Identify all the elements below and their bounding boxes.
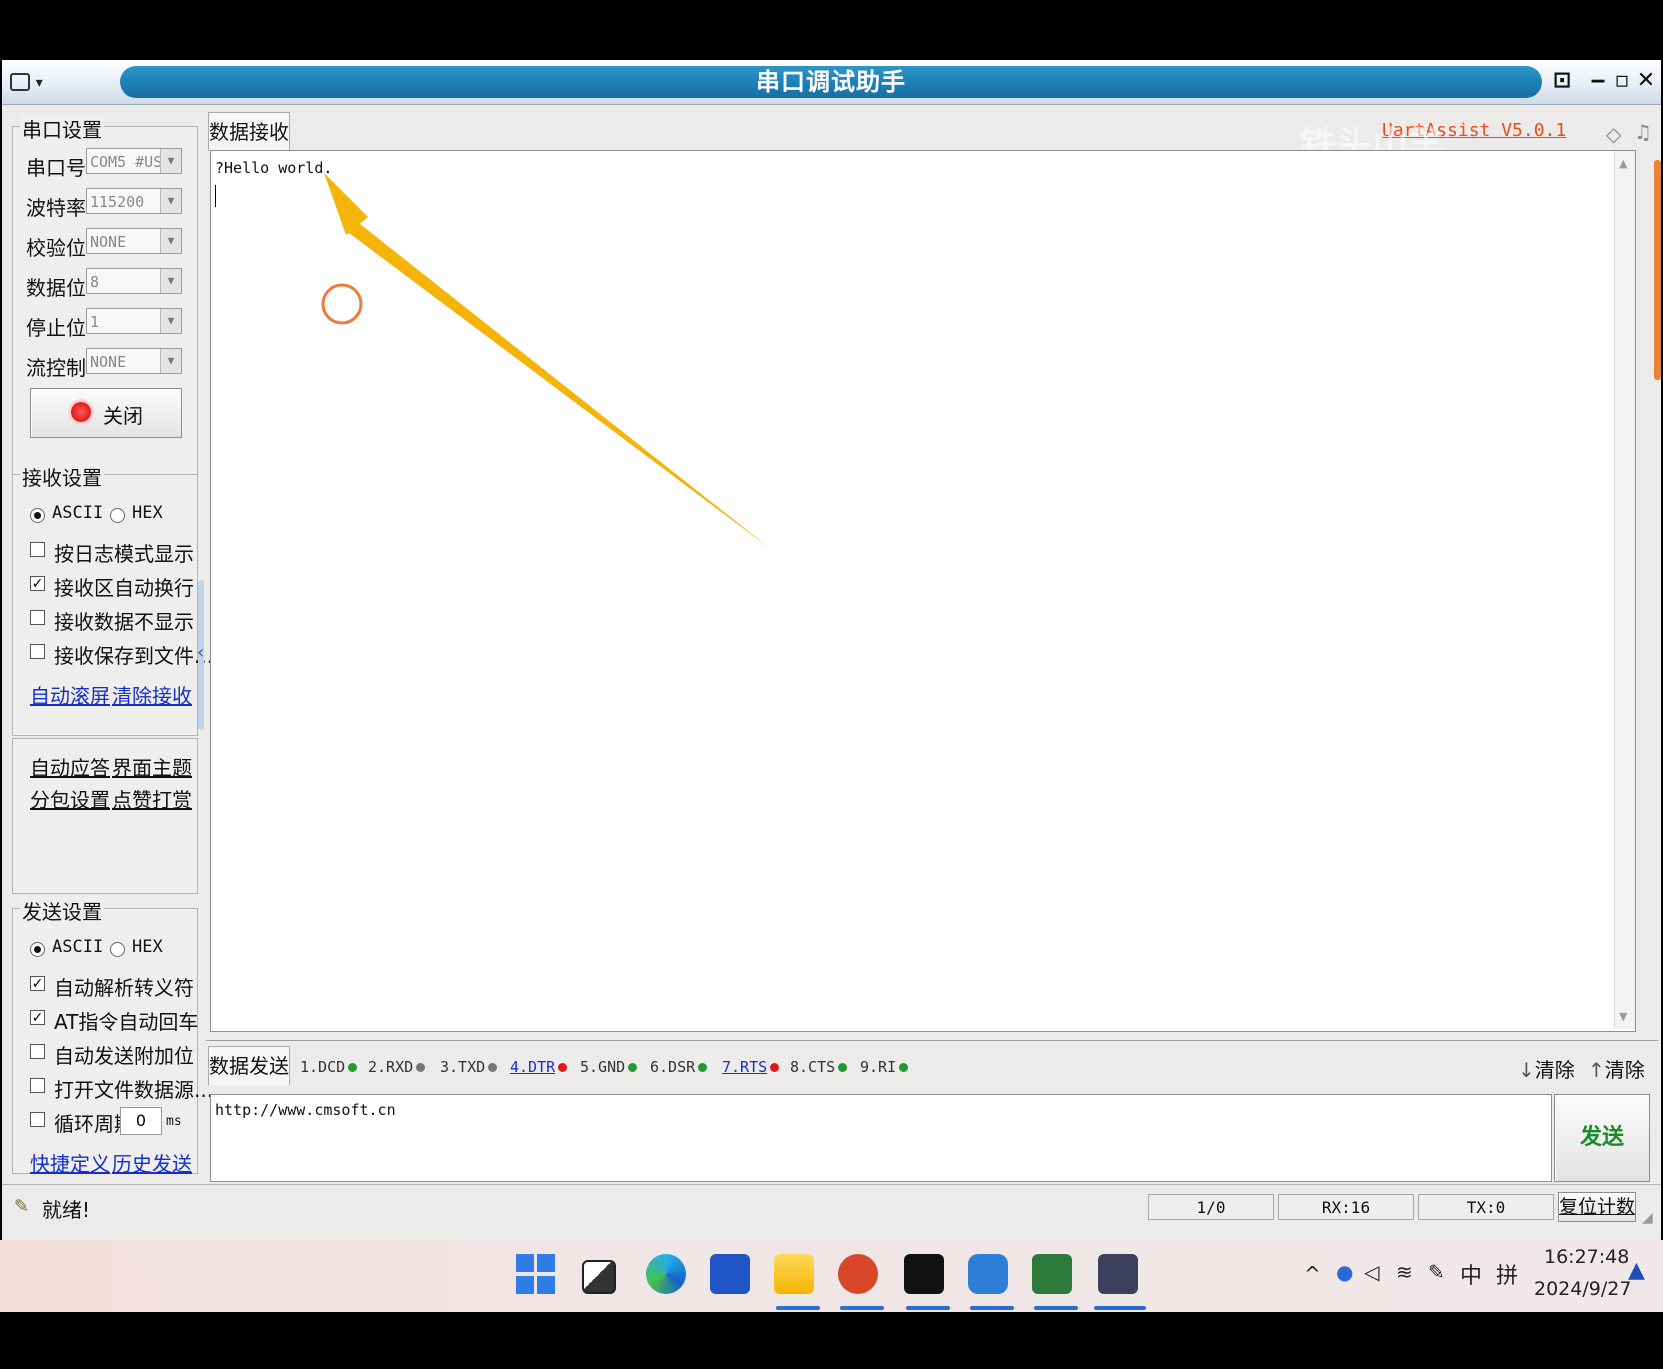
dsr-status-icon bbox=[698, 1063, 708, 1072]
annotation-circle bbox=[321, 283, 363, 325]
serial-assistant-taskbar-icon[interactable] bbox=[1098, 1254, 1138, 1294]
pin-status-bar: 1.DCD 2.RXD 3.TXD 4.DTR 5.GND 6.DSR 7.RT… bbox=[294, 1052, 1494, 1082]
webcam-app-icon[interactable] bbox=[968, 1254, 1008, 1294]
clear-send-button[interactable]: ↑清除 bbox=[1588, 1054, 1645, 1083]
clear-receive-button[interactable]: ↓清除 bbox=[1518, 1054, 1575, 1083]
pin-dsr: 6.DSR bbox=[650, 1058, 708, 1076]
taskbar: ^ ● ◁ ≋ ✎ 中 拼 16:27:48 2024/9/27 ▲ bbox=[0, 1240, 1663, 1312]
notification-bell-icon[interactable]: ▲ bbox=[1628, 1258, 1645, 1283]
microphone-icon[interactable]: ● bbox=[1336, 1260, 1353, 1284]
cts-status-icon bbox=[838, 1063, 848, 1072]
task-view-icon[interactable] bbox=[582, 1260, 616, 1294]
txd-status-icon bbox=[488, 1063, 498, 1072]
arrow-up-icon: ↑ bbox=[1588, 1058, 1605, 1082]
rx-counter: RX:16 bbox=[1278, 1194, 1414, 1220]
rxd-status-icon bbox=[416, 1063, 426, 1072]
ime-language[interactable]: 中 bbox=[1460, 1258, 1482, 1290]
rts-status-icon bbox=[770, 1063, 780, 1072]
tab-send[interactable]: 数据发送 bbox=[208, 1046, 290, 1085]
taskbar-active-indicator bbox=[840, 1306, 884, 1310]
pin-dcd: 1.DCD bbox=[300, 1058, 358, 1076]
send-input-text: http://www.cmsoft.cn bbox=[215, 1101, 396, 1119]
clock-date[interactable]: 2024/9/27 bbox=[1534, 1278, 1631, 1300]
pin-gnd: 5.GND bbox=[580, 1058, 638, 1076]
ime-mode[interactable]: 拼 bbox=[1496, 1258, 1518, 1290]
send-input[interactable]: http://www.cmsoft.cn bbox=[210, 1094, 1552, 1182]
pen-icon[interactable]: ✎ bbox=[1428, 1260, 1445, 1284]
annotation-arrow bbox=[324, 173, 772, 550]
pin-rts[interactable]: 7.RTS bbox=[722, 1058, 780, 1076]
dcd-status-icon bbox=[348, 1063, 358, 1072]
dtr-status-icon bbox=[558, 1063, 568, 1072]
pin-rxd: 2.RXD bbox=[368, 1058, 426, 1076]
taskbar-active-indicator bbox=[1094, 1306, 1146, 1310]
clock-time[interactable]: 16:27:48 bbox=[1544, 1246, 1629, 1268]
status-text: 就绪! bbox=[42, 1198, 91, 1222]
windows-start-icon[interactable] bbox=[516, 1254, 556, 1294]
app-window: ▾ 串口调试助手 ⊡ ‒ ▫ ✕ 串口设置 串口号 COM5 #USE ▼ 波特率… bbox=[2, 60, 1661, 1240]
resize-grip-icon[interactable]: ◢ bbox=[1642, 1210, 1653, 1226]
status-divider bbox=[2, 1184, 1661, 1185]
taskbar-active-indicator bbox=[970, 1306, 1014, 1310]
ri-status-icon bbox=[899, 1063, 909, 1072]
pin-txd: 3.TXD bbox=[440, 1058, 498, 1076]
file-explorer-icon[interactable] bbox=[774, 1254, 814, 1294]
arrow-down-icon: ↓ bbox=[1518, 1058, 1535, 1082]
pin-ri: 9.RI bbox=[860, 1058, 909, 1076]
pin-dtr[interactable]: 4.DTR bbox=[510, 1058, 568, 1076]
keil-ide-icon[interactable] bbox=[1032, 1254, 1072, 1294]
taskbar-active-indicator bbox=[1034, 1306, 1078, 1310]
edge-browser-icon[interactable] bbox=[646, 1254, 686, 1294]
video-recorder-icon[interactable] bbox=[904, 1254, 944, 1294]
status-icon: ✎ bbox=[14, 1196, 30, 1217]
speaker-icon[interactable]: ◁ bbox=[1364, 1260, 1379, 1284]
gnd-status-icon bbox=[628, 1063, 638, 1072]
whiteboard-icon[interactable] bbox=[710, 1254, 750, 1294]
tx-counter: TX:0 bbox=[1418, 1194, 1554, 1220]
taskbar-active-indicator bbox=[776, 1306, 820, 1310]
reset-count-button[interactable]: 复位计数 bbox=[1558, 1192, 1636, 1222]
taskbar-active-indicator bbox=[906, 1306, 950, 1310]
frame-counter: 1/0 bbox=[1148, 1194, 1274, 1220]
send-button[interactable]: 发送 bbox=[1554, 1094, 1650, 1182]
pin-cts: 8.CTS bbox=[790, 1058, 848, 1076]
send-divider bbox=[206, 1040, 1658, 1041]
powerpoint-icon[interactable] bbox=[838, 1254, 878, 1294]
wifi-icon[interactable]: ≋ bbox=[1396, 1260, 1413, 1284]
tray-overflow-icon[interactable]: ^ bbox=[1304, 1262, 1321, 1286]
